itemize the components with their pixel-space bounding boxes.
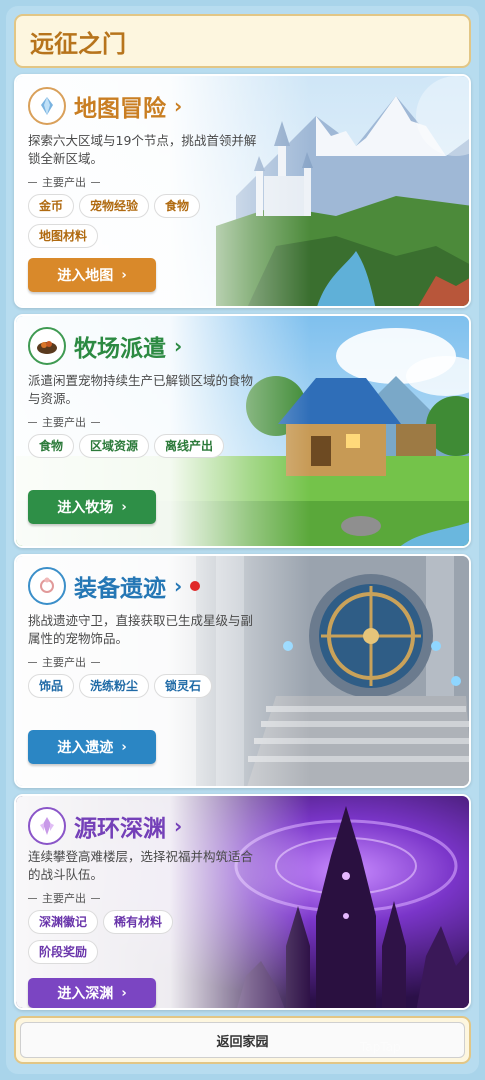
output-tags: 食物 区域资源 离线产出 — [28, 434, 258, 464]
abyss-crystal-icon — [28, 807, 66, 845]
chevron-right-icon: › — [174, 574, 183, 598]
watermark: TapTap — [360, 1040, 401, 1054]
card-description: 探索六大区域与19个节点，挑战首领并解锁全新区域。 — [28, 133, 257, 166]
card-equipment-ruins[interactable]: 装备遗迹 › 挑战遗迹守卫，直接获取已生成星级与副属性的宠物饰品。 主要产出 饰… — [14, 554, 471, 788]
output-label: 主要产出 — [28, 414, 268, 430]
output-tag: 锁灵石 — [154, 674, 213, 698]
output-label: 主要产出 — [28, 890, 268, 906]
output-label: 主要产出 — [28, 174, 268, 190]
enter-map-button[interactable]: 进入地图 › — [28, 258, 156, 292]
page-header: 远征之门 — [14, 14, 471, 68]
button-label: 进入遗迹 — [57, 740, 114, 756]
card-title: 牧场派遣 — [74, 336, 166, 362]
output-tag: 饰品 — [28, 674, 75, 698]
card-description: 派遣闲置宠物持续生产已解锁区域的食物与资源。 — [28, 373, 254, 406]
enter-ruins-button[interactable]: 进入遗迹 › — [28, 730, 156, 764]
button-label: 进入地图 — [57, 268, 114, 284]
card-source-abyss[interactable]: 源环深渊 › 连续攀登高难楼层，选择祝福并构筑适合的战斗队伍。 主要产出 深渊徽… — [14, 794, 471, 1010]
button-label: 进入深渊 — [57, 986, 114, 1002]
chevron-right-icon: › — [174, 334, 183, 358]
output-tags: 饰品 洗练粉尘 锁灵石 — [28, 674, 258, 704]
output-tag: 洗练粉尘 — [79, 674, 150, 698]
card-description: 挑战遗迹守卫，直接获取已生成星级与副属性的宠物饰品。 — [28, 613, 254, 646]
output-tags: 金币 宠物经验 食物 地图材料 — [28, 194, 248, 254]
food-bowl-icon — [28, 327, 66, 365]
chevron-right-icon: › — [174, 94, 183, 118]
page-title: 远征之门 — [30, 29, 126, 58]
card-title: 装备遗迹 — [74, 576, 166, 602]
enter-ranch-button[interactable]: 进入牧场 › — [28, 490, 156, 524]
output-tag: 区域资源 — [79, 434, 150, 458]
chevron-right-icon: › — [121, 985, 127, 1001]
output-tag: 离线产出 — [154, 434, 225, 458]
output-tag: 阶段奖励 — [28, 940, 99, 964]
output-tag: 稀有材料 — [103, 910, 174, 934]
crystal-icon — [28, 87, 66, 125]
chevron-right-icon: › — [121, 267, 127, 283]
output-tag: 食物 — [28, 434, 75, 458]
output-label: 主要产出 — [28, 654, 268, 670]
card-title: 源环深渊 — [74, 816, 166, 842]
enter-abyss-button[interactable]: 进入深渊 › — [28, 978, 156, 1008]
output-tag: 食物 — [154, 194, 201, 218]
output-tag: 宠物经验 — [79, 194, 150, 218]
card-description: 连续攀登高难楼层，选择祝福并构筑适合的战斗队伍。 — [28, 849, 254, 882]
chevron-right-icon: › — [121, 739, 127, 755]
card-map-adventure[interactable]: 地图冒险 › 探索六大区域与19个节点，挑战首领并解锁全新区域。 主要产出 金币… — [14, 74, 471, 308]
notification-dot — [190, 581, 201, 591]
ornament-icon — [28, 567, 66, 605]
chevron-right-icon: › — [121, 499, 127, 515]
button-label: 进入牧场 — [57, 500, 114, 516]
chevron-right-icon: › — [174, 814, 183, 838]
card-title: 地图冒险 — [74, 96, 166, 122]
output-tag: 金币 — [28, 194, 75, 218]
card-ranch-dispatch[interactable]: 牧场派遣 › 派遣闲置宠物持续生产已解锁区域的食物与资源。 主要产出 食物 区域… — [14, 314, 471, 548]
output-tag: 地图材料 — [28, 224, 99, 248]
output-tags: 深渊徽记 稀有材料 阶段奖励 — [28, 910, 248, 970]
output-tag: 深渊徽记 — [28, 910, 99, 934]
footer-bar: 返回家园 — [14, 1016, 471, 1064]
